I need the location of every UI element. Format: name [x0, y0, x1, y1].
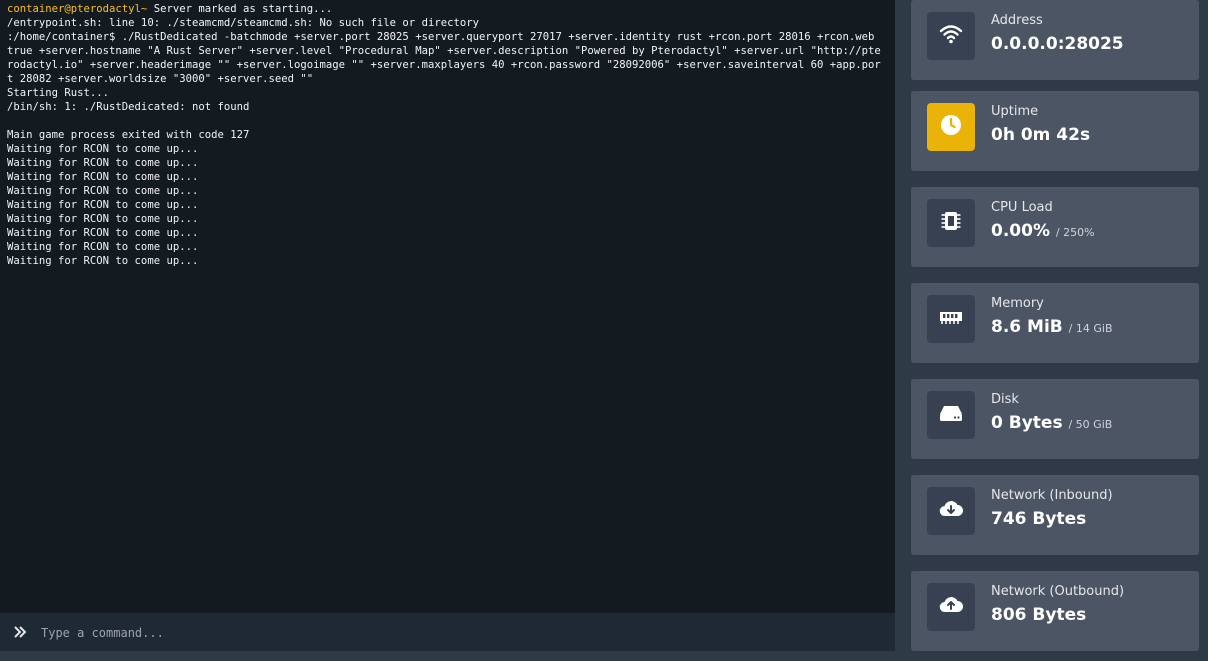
console-line: Waiting for RCON to come up... — [7, 170, 885, 184]
stat-label: Network (Outbound) — [991, 584, 1125, 599]
console-text: Waiting for RCON to come up... — [7, 199, 199, 211]
cpu-chip-icon — [939, 209, 963, 237]
stat-value: 0 Bytes / 50 GiB — [991, 413, 1113, 433]
stat-limit: / 250% — [1055, 226, 1095, 239]
stat-limit: / 14 GiB — [1068, 322, 1113, 335]
stat-icon-box — [927, 295, 975, 343]
stat-icon-box — [927, 12, 975, 60]
stat-label: Uptime — [991, 104, 1039, 119]
stat-value: 806 Bytes — [991, 605, 1087, 625]
stat-label: Disk — [991, 392, 1019, 407]
console-text: Waiting for RCON to come up... — [7, 171, 199, 183]
console-text: /bin/sh: 1: ./RustDedicated: not found — [7, 101, 250, 113]
console-text: Starting Rust... — [7, 87, 110, 99]
console-text: /entrypoint.sh: line 10: ./steamcmd/stea… — [7, 17, 479, 29]
console-line: Waiting for RCON to come up... — [7, 212, 885, 226]
clock-icon — [939, 113, 963, 141]
stat-limit: / 50 GiB — [1068, 418, 1113, 431]
stat-label: Address — [991, 13, 1043, 28]
console-text: Waiting for RCON to come up... — [7, 255, 199, 267]
cloud-upload-icon — [938, 593, 964, 621]
stat-value: 746 Bytes — [991, 509, 1087, 529]
stat-icon-box — [927, 199, 975, 247]
console-line: Main game process exited with code 127 — [7, 128, 885, 142]
console-text: Main game process exited with code 127 — [7, 129, 250, 141]
stat-label: CPU Load — [991, 200, 1053, 215]
stat-value: 0.00% / 250% — [991, 221, 1095, 241]
command-input[interactable] — [39, 621, 883, 645]
stat-icon-box — [927, 583, 975, 631]
console-line: Waiting for RCON to come up... — [7, 254, 885, 268]
wifi-icon — [939, 22, 963, 50]
stat-card-uptime: Uptime 0h 0m 42s — [911, 91, 1199, 171]
console-line: Waiting for RCON to come up... — [7, 240, 885, 254]
command-bar — [0, 613, 895, 651]
cloud-download-icon — [938, 497, 964, 525]
stat-card-network-outbound: Network (Outbound) 806 Bytes — [911, 571, 1199, 651]
stat-icon-box — [927, 391, 975, 439]
prompt-user: container@pterodactyl~ — [7, 3, 148, 15]
console-line: Waiting for RCON to come up... — [7, 198, 885, 212]
console-text: Waiting for RCON to come up... — [7, 241, 199, 253]
stat-card-memory: Memory 8.6 MiB / 14 GiB — [911, 283, 1199, 363]
stat-card-network-inbound: Network (Inbound) 746 Bytes — [911, 475, 1199, 555]
console-panel: container@pterodactyl~ Server marked as … — [0, 0, 895, 651]
stat-label: Memory — [991, 296, 1044, 311]
stat-card-cpu-load: CPU Load 0.00% / 250% — [911, 187, 1199, 267]
console-output: container@pterodactyl~ Server marked as … — [7, 2, 885, 602]
console-text: Server marked as starting... — [147, 3, 333, 15]
memory-icon — [938, 305, 964, 333]
double-chevron-right-icon — [12, 623, 28, 641]
console-line: Starting Rust... — [7, 86, 885, 100]
console-text: Waiting for RCON to come up... — [7, 185, 199, 197]
console-line: :/home/container$ ./RustDedicated -batch… — [7, 30, 885, 86]
console-line: container@pterodactyl~ Server marked as … — [7, 2, 885, 16]
console-line: Waiting for RCON to come up... — [7, 184, 885, 198]
stat-icon-box — [927, 487, 975, 535]
console-text: Waiting for RCON to come up... — [7, 143, 199, 155]
stat-card-disk: Disk 0 Bytes / 50 GiB — [911, 379, 1199, 459]
console-text: Waiting for RCON to come up... — [7, 227, 199, 239]
console-line: Waiting for RCON to come up... — [7, 156, 885, 170]
console-line: Waiting for RCON to come up... — [7, 142, 885, 156]
stat-value: 0h 0m 42s — [991, 125, 1091, 145]
console-text: Waiting for RCON to come up... — [7, 157, 199, 169]
stat-label: Network (Inbound) — [991, 488, 1113, 503]
stat-card-address: Address 0.0.0.0:28025 — [911, 0, 1199, 80]
console-line: /entrypoint.sh: line 10: ./steamcmd/stea… — [7, 16, 885, 30]
hard-drive-icon — [938, 401, 964, 429]
stat-value: 0.0.0.0:28025 — [991, 34, 1124, 54]
console-line: Waiting for RCON to come up... — [7, 226, 885, 240]
stat-value: 8.6 MiB / 14 GiB — [991, 317, 1113, 337]
stat-icon-box — [927, 103, 975, 151]
console-line: /bin/sh: 1: ./RustDedicated: not found — [7, 100, 885, 114]
console-text: :/home/container$ ./RustDedicated -batch… — [7, 31, 881, 85]
console-text: Waiting for RCON to come up... — [7, 213, 199, 225]
